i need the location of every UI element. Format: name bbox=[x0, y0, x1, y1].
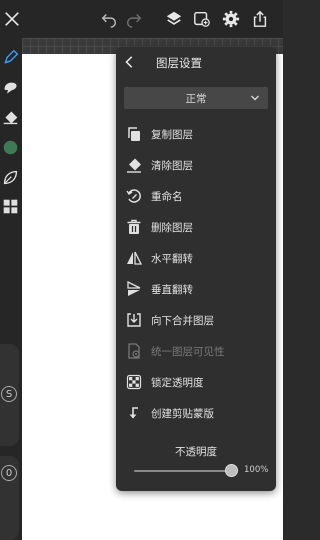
redo-icon[interactable] bbox=[124, 9, 144, 29]
flip-horizontal-icon bbox=[126, 250, 142, 266]
pen-tool-icon[interactable] bbox=[1, 48, 19, 66]
opacity-slider-track[interactable] bbox=[134, 470, 232, 472]
menu-item-label: 重命名 bbox=[151, 191, 183, 203]
menu-item-unify-visibility[interactable]: 统一图层可见性 bbox=[116, 336, 276, 367]
menu-item-label: 删除图层 bbox=[151, 222, 193, 234]
menu-item-flip-vertical[interactable]: 垂直翻转 bbox=[116, 274, 276, 305]
clip-arrow-icon bbox=[126, 405, 142, 421]
menu-item-flip-horizontal[interactable]: 水平翻转 bbox=[116, 243, 276, 274]
blend-mode-value: 正常 bbox=[185, 93, 207, 105]
menu-item-merge-down[interactable]: 向下合并图层 bbox=[116, 305, 276, 336]
copy-icon bbox=[126, 126, 142, 142]
eraser-icon bbox=[126, 157, 142, 173]
menu-item-label: 统一图层可见性 bbox=[151, 346, 225, 358]
flip-vertical-icon bbox=[126, 281, 142, 297]
grid-icon[interactable] bbox=[1, 197, 19, 215]
menu-item-label: 垂直翻转 bbox=[151, 284, 193, 296]
menu-item-label: 锁定透明度 bbox=[151, 377, 204, 389]
menu-item-label: 水平翻转 bbox=[151, 253, 193, 265]
opacity-slider-label: 0 bbox=[1, 465, 17, 481]
left-toolbar: S 0 bbox=[0, 38, 22, 540]
top-toolbar bbox=[0, 0, 283, 38]
menu-item-clear-layer[interactable]: 清除图层 bbox=[116, 150, 276, 181]
menu-item-label: 向下合并图层 bbox=[151, 315, 214, 327]
chevron-down-icon bbox=[251, 95, 259, 101]
opacity-slider-thumb[interactable] bbox=[225, 464, 238, 477]
checkerboard-icon bbox=[126, 374, 142, 390]
smudge-tool-icon[interactable] bbox=[1, 78, 19, 96]
rename-icon bbox=[126, 188, 142, 204]
visibility-icon bbox=[126, 343, 142, 359]
menu-item-lock-transparency[interactable]: 锁定透明度 bbox=[116, 367, 276, 398]
menu-item-duplicate-layer[interactable]: 复制图层 bbox=[116, 119, 276, 150]
leaf-icon[interactable] bbox=[1, 168, 19, 186]
menu-item-delete-layer[interactable]: 删除图层 bbox=[116, 212, 276, 243]
menu-item-label: 清除图层 bbox=[151, 160, 193, 172]
trash-icon bbox=[126, 219, 142, 235]
layers-icon[interactable] bbox=[164, 9, 184, 29]
size-slider-label: S bbox=[1, 386, 17, 402]
layer-settings-panel: 图层设置 正常 复制图层 清除图层 重命名 删除图层 水平翻转 垂直翻转 向下合… bbox=[116, 47, 276, 491]
menu-item-label: 创建剪贴蒙版 bbox=[151, 408, 214, 420]
opacity-value: 100% bbox=[244, 465, 269, 475]
menu-item-create-clipping-mask[interactable]: 创建剪贴蒙版 bbox=[116, 398, 276, 429]
back-icon[interactable] bbox=[122, 54, 138, 70]
panel-title: 图层设置 bbox=[156, 56, 202, 70]
panel-header: 图层设置 bbox=[116, 47, 276, 79]
eraser-tool-icon[interactable] bbox=[1, 108, 19, 126]
gear-icon[interactable] bbox=[221, 9, 241, 29]
close-icon[interactable] bbox=[2, 9, 22, 29]
share-icon[interactable] bbox=[250, 9, 270, 29]
blend-mode-select[interactable]: 正常 bbox=[124, 87, 268, 109]
opacity-label: 不透明度 bbox=[175, 446, 217, 458]
menu-item-label: 复制图层 bbox=[151, 129, 193, 141]
menu-item-rename[interactable]: 重命名 bbox=[116, 181, 276, 212]
merge-down-icon bbox=[126, 312, 142, 328]
undo-icon[interactable] bbox=[99, 9, 119, 29]
color-swatch[interactable] bbox=[1, 138, 19, 156]
gallery-icon[interactable] bbox=[192, 9, 212, 29]
